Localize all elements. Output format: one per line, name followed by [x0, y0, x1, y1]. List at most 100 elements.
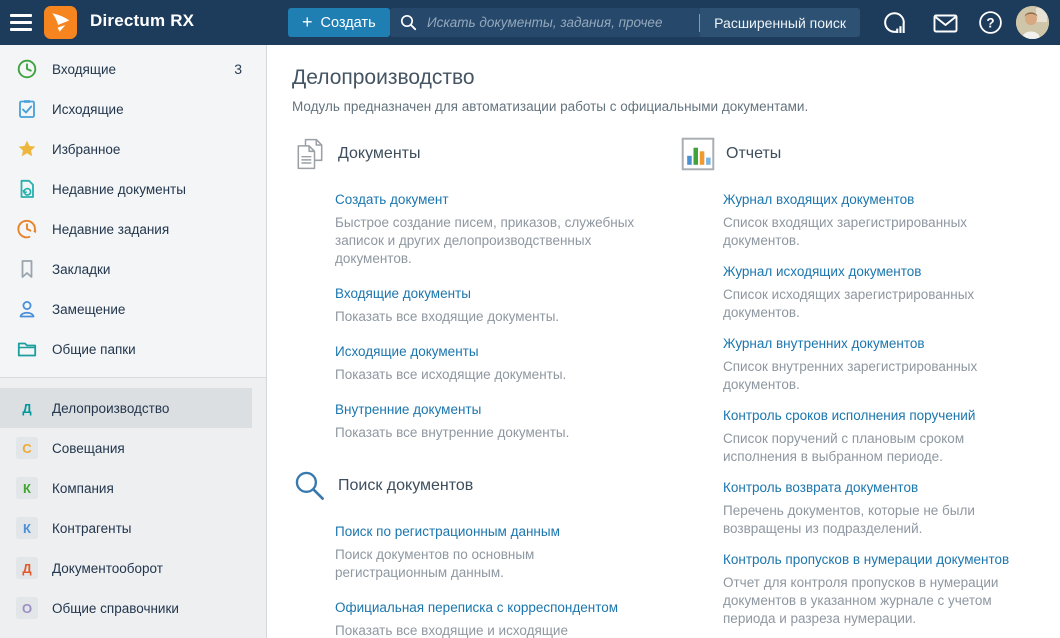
report-return-control: Контроль возврата документов Перечень до…	[723, 478, 1050, 538]
module-letter-icon: К	[16, 477, 38, 499]
report-link[interactable]: Журнал входящих документов	[723, 190, 914, 210]
search-input[interactable]	[425, 14, 699, 31]
sidebar-item-outbox[interactable]: Исходящие	[0, 89, 252, 129]
action-description: Показать все входящие документы.	[335, 308, 635, 326]
report-numbering-gaps-control: Контроль пропусков в нумерации документо…	[723, 550, 1050, 628]
report-link[interactable]: Контроль возврата документов	[723, 478, 918, 498]
bookmark-icon	[16, 258, 38, 280]
action-search-registration-data: Поиск по регистрационным данным Поиск до…	[335, 522, 680, 582]
app-title: Directum RX	[90, 11, 194, 31]
plus-icon: +	[302, 13, 313, 31]
report-deadline-control: Контроль сроков исполнения поручений Спи…	[723, 406, 1050, 466]
sidebar-module-meetings[interactable]: С Совещания	[0, 428, 252, 468]
sidebar-item-substitution[interactable]: Замещение	[0, 289, 252, 329]
report-link[interactable]: Контроль сроков исполнения поручений	[723, 406, 975, 426]
sidebar-item-label: Документооборот	[52, 561, 163, 576]
report-description: Список входящих зарегистрированных докум…	[723, 214, 1023, 250]
action-create-document: Создать документ Быстрое создание писем,…	[335, 190, 680, 268]
action-description: Показать все исходящие документы.	[335, 366, 635, 384]
sidebar-item-favorites[interactable]: Избранное	[0, 129, 252, 169]
clock-icon	[16, 58, 38, 80]
section-documents: Документы Создать документ Быстрое созда…	[292, 136, 680, 442]
folder-icon	[16, 338, 38, 360]
sidebar-item-inbox[interactable]: Входящие 3	[0, 49, 252, 89]
module-letter-icon: Д	[16, 557, 38, 579]
sidebar-module-records-management[interactable]: Д Делопроизводство	[0, 388, 252, 428]
sidebar-module-shared-directories[interactable]: О Общие справочники	[0, 588, 252, 628]
help-icon[interactable]: ?	[977, 9, 1004, 36]
advanced-search-label: Расширенный поиск	[714, 15, 846, 31]
sidebar-primary-group: Входящие 3 Исходящие Избранное Недавни	[0, 45, 266, 377]
report-description: Перечень документов, которые не были воз…	[723, 502, 1023, 538]
left-column: Документы Создать документ Быстрое созда…	[292, 136, 680, 638]
help-glyph: ?	[986, 15, 994, 30]
advanced-search-button[interactable]: Расширенный поиск	[700, 8, 860, 37]
user-avatar[interactable]	[1016, 6, 1049, 39]
sidebar-item-shared-folders[interactable]: Общие папки	[0, 329, 252, 369]
section-document-search: Поиск документов Поиск по регистрационны…	[292, 468, 680, 638]
report-description: Список исходящих зарегистрированных доку…	[723, 286, 1023, 322]
right-column: Отчеты Журнал входящих документов Список…	[680, 136, 1050, 638]
sidebar-module-counterparties[interactable]: К Контрагенты	[0, 508, 252, 548]
sidebar-item-label: Делопроизводство	[52, 401, 169, 416]
report-incoming-log: Журнал входящих документов Список входящ…	[723, 190, 1050, 250]
person-icon	[16, 298, 38, 320]
action-incoming-documents: Входящие документы Показать все входящие…	[335, 284, 680, 326]
sidebar-module-company[interactable]: К Компания	[0, 468, 252, 508]
search-icon	[292, 468, 328, 504]
inbox-count-badge: 3	[234, 61, 246, 77]
sidebar-item-label: Входящие	[52, 62, 116, 77]
recent-task-icon	[16, 218, 38, 240]
action-link[interactable]: Официальная переписка с корреспондентом	[335, 598, 618, 618]
action-description: Показать все внутренние документы.	[335, 424, 635, 442]
section-title: Поиск документов	[338, 477, 473, 495]
menu-icon[interactable]	[10, 12, 32, 33]
module-letter-icon: К	[16, 517, 38, 539]
section-reports: Отчеты Журнал входящих документов Список…	[680, 136, 1050, 628]
module-letter-icon: С	[16, 437, 38, 459]
report-link[interactable]: Журнал исходящих документов	[723, 262, 921, 282]
page-title: Делопроизводство	[292, 66, 1050, 90]
sidebar-item-label: Замещение	[52, 302, 125, 317]
search-icon	[400, 14, 417, 31]
action-link[interactable]: Создать документ	[335, 190, 449, 210]
action-link[interactable]: Входящие документы	[335, 284, 471, 304]
report-link[interactable]: Контроль пропусков в нумерации документо…	[723, 550, 1009, 570]
sidebar-item-recent-documents[interactable]: Недавние документы	[0, 169, 252, 209]
sidebar-modules-group: Д Делопроизводство С Совещания К Компани…	[0, 378, 266, 638]
section-title: Документы	[338, 145, 420, 163]
action-description: Показать все входящие и исходящие докуме…	[335, 622, 635, 638]
section-title: Отчеты	[726, 145, 781, 163]
action-description: Быстрое создание писем, приказов, служеб…	[335, 214, 635, 268]
report-description: Список внутренних зарегистрированных док…	[723, 358, 1023, 394]
sidebar-item-label: Избранное	[52, 142, 120, 157]
create-button-label: Создать	[321, 15, 376, 31]
sidebar-item-label: Совещания	[52, 441, 125, 456]
avatar-photo	[1016, 6, 1049, 39]
page-subtitle: Модуль предназначен для автоматизации ра…	[292, 99, 1050, 114]
action-internal-documents: Внутренние документы Показать все внутре…	[335, 400, 680, 442]
action-outgoing-documents: Исходящие документы Показать все исходящ…	[335, 342, 680, 384]
sidebar-item-recent-tasks[interactable]: Недавние задания	[0, 209, 252, 249]
activity-icon[interactable]	[881, 9, 908, 36]
sidebar-module-docflow[interactable]: Д Документооборот	[0, 548, 252, 588]
action-link[interactable]: Внутренние документы	[335, 400, 481, 420]
sidebar-item-label: Контрагенты	[52, 521, 132, 536]
mail-icon[interactable]	[932, 10, 959, 37]
action-official-correspondence: Официальная переписка с корреспондентом …	[335, 598, 680, 638]
create-button[interactable]: + Создать	[288, 8, 390, 37]
report-description: Отчет для контроля пропусков в нумерации…	[723, 574, 1023, 628]
sidebar-item-label: Недавние документы	[52, 182, 186, 197]
sidebar-item-bookmarks[interactable]: Закладки	[0, 249, 252, 289]
bar-chart-icon	[680, 136, 716, 172]
action-link[interactable]: Поиск по регистрационным данным	[335, 522, 560, 542]
main-content: Делопроизводство Модуль предназначен для…	[268, 45, 1060, 638]
module-letter-icon: Д	[16, 397, 38, 419]
sidebar-item-label: Общие папки	[52, 342, 136, 357]
sidebar-item-label: Общие справочники	[52, 601, 179, 616]
recent-document-icon	[16, 178, 38, 200]
sidebar-item-label: Компания	[52, 481, 114, 496]
action-link[interactable]: Исходящие документы	[335, 342, 479, 362]
global-search: Расширенный поиск	[390, 8, 860, 37]
report-link[interactable]: Журнал внутренних документов	[723, 334, 925, 354]
